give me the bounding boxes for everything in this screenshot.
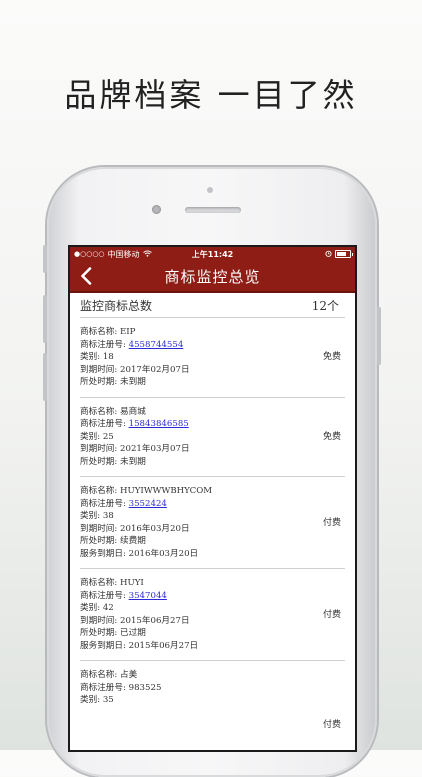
trademark-name: HUYI [120,578,144,588]
class-label: 类别: [80,603,101,613]
expiry-label: 到期时间: [80,615,118,626]
service-expiry-date: 2016年03月20日 [128,548,199,559]
monitor-summary: 监控商标总数 12个 [70,293,355,317]
expiry-label: 到期时间: [80,364,118,375]
battery-icon [335,250,353,258]
fee-badge: 免费 [322,431,341,442]
fee-badge: 免费 [322,352,341,362]
trademark-card[interactable]: 商标名称: HUYI 商标注册号: 3547044 类别: 42 到期时间: 2… [70,569,355,660]
reg-label: 商标注册号: [80,498,126,509]
trademark-period: 未到期 [120,456,146,467]
registration-number-link[interactable]: 4558744554 [129,340,184,350]
trademark-class: 42 [102,603,114,613]
trademark-period: 未到期 [120,377,146,387]
volume-up-button [43,295,47,343]
registration-number-link[interactable]: 3552424 [129,499,167,509]
trademark-card[interactable]: 商标名称: 易商城 商标注册号: 15843846585 类别: 25 到期时间… [70,398,355,477]
page-title: 商标监控总览 [164,267,261,286]
service-expiry-date: 2015年06月27日 [128,640,199,651]
expiry-date: 2016年03月20日 [120,523,190,534]
volume-down-button [43,353,47,401]
trademark-period: 已过期 [120,628,146,638]
reg-label: 商标注册号: [80,419,126,429]
expiry-date: 2021年03月07日 [120,444,190,454]
trademark-period: 续费期 [120,536,146,546]
trademark-class: 38 [102,511,114,521]
name-label: 商标名称: [80,327,118,337]
summary-count: 12个 [311,298,339,313]
fee-badge: 付费 [322,719,341,730]
trademark-name: 占美 [120,670,138,680]
reg-label: 商标注册号: [80,682,126,693]
trademark-name: HUYIWWWBHYCOM [120,486,213,496]
trademark-name: 易商城 [120,406,146,417]
mute-switch [43,245,47,273]
period-label: 所处时期: [80,377,118,387]
status-bar: ●○○○○ 中国移动 上午11:42 [70,247,355,261]
name-label: 商标名称: [80,670,118,680]
trademark-card[interactable]: 商标名称: HUYIWWWBHYCOM 商标注册号: 3552424 类别: 3… [70,477,355,568]
trademark-card[interactable]: 商标名称: 占美 商标注册号: 983525 类别: 35 付费 [70,661,355,737]
promo-headline: 品牌档案 一目了然 [64,76,358,114]
name-label: 商标名称: [80,486,118,496]
registration-number: 983525 [128,682,162,693]
class-label: 类别: [80,431,101,442]
name-label: 商标名称: [80,578,118,588]
period-label: 所处时期: [80,628,118,638]
expiry-date: 2017年02月07日 [120,364,190,375]
fee-badge: 付费 [322,609,341,620]
class-label: 类别: [80,352,101,362]
trademark-class: 18 [102,352,114,362]
trademark-card[interactable]: 商标名称: EIP 商标注册号: 4558744554 类别: 18 到期时间:… [70,318,355,397]
front-camera-icon [152,205,161,214]
expiry-label: 到期时间: [80,523,118,534]
proximity-sensor [207,187,213,193]
name-label: 商标名称: [80,406,118,417]
reg-label: 商标注册号: [80,339,126,350]
class-label: 类别: [80,695,101,705]
period-label: 所处时期: [80,536,118,546]
back-button[interactable] [74,263,98,289]
registration-number-link[interactable]: 3547044 [129,591,167,601]
fee-badge: 付费 [322,517,341,528]
summary-label: 监控商标总数 [80,298,153,313]
earpiece-speaker [185,207,241,213]
trademark-name: EIP [120,327,136,337]
registration-number-link[interactable]: 15843846585 [129,419,189,429]
trademark-class: 25 [102,431,114,442]
app-screen: ●○○○○ 中国移动 上午11:42 商标监控总览 监控商标总数 12个 商标名… [70,247,355,750]
chevron-left-icon [81,267,92,285]
class-label: 类别: [80,511,101,521]
power-button [377,307,381,365]
service-label: 服务到期日: [80,548,126,559]
expiry-label: 到期时间: [80,444,118,454]
trademark-class: 35 [102,695,114,705]
nav-bar: 商标监控总览 [70,261,355,293]
reg-label: 商标注册号: [80,590,126,601]
expiry-date: 2015年06月27日 [120,615,190,626]
status-time: 上午11:42 [191,249,234,259]
period-label: 所处时期: [80,456,118,467]
service-label: 服务到期日: [80,640,126,651]
